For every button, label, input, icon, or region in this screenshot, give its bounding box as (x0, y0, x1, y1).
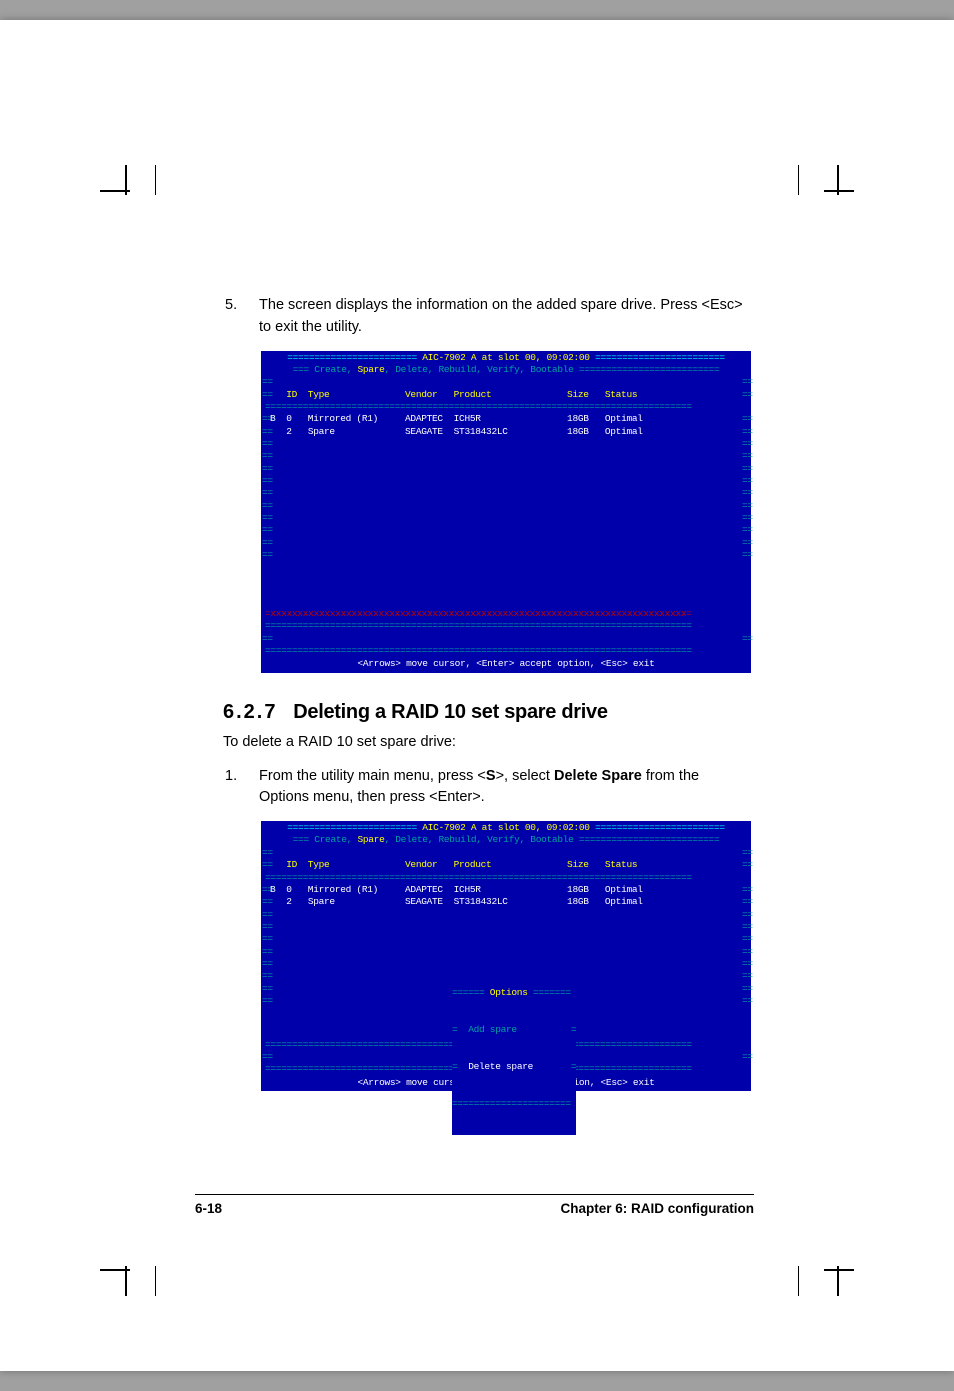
crop-mark-icon (145, 170, 175, 200)
step-number: 5. (225, 295, 255, 317)
section-heading: 6.2.7 Deleting a RAID 10 set spare drive (223, 701, 754, 724)
content-area: 5. The screen displays the information o… (225, 295, 754, 1119)
crop-mark-icon (105, 1261, 135, 1291)
bios-body: == == == == == == == == == == == == == =… (262, 909, 750, 1039)
bios-footer-help: <Arrows> move cursor, <Enter> accept opt… (262, 657, 750, 671)
table-row: ==B 0 Mirrored (R1) ADAPTEC ICH5R 18GB O… (262, 413, 750, 425)
crop-mark-icon (784, 1261, 814, 1291)
bios-separator-x: =xxxxxxxxxxxxxxxxxxxxxxxxxxxxxxxxxxxxxxx… (262, 608, 750, 620)
bios-separator: ========================================… (262, 401, 750, 413)
bios-menu: === Create, Spare, Delete, Rebuild, Veri… (262, 364, 750, 376)
bios-body: == == == == == == == == == == == == == =… (262, 438, 750, 608)
bios-separator: ========================================… (262, 620, 750, 632)
page-footer: 6-18 Chapter 6: RAID configuration (195, 1194, 754, 1216)
page-number: 6-18 (195, 1201, 222, 1216)
bios-screenshot-1: ======================== AIC-7902 A at s… (261, 351, 751, 673)
crop-mark-icon (819, 170, 849, 200)
bios-column-headers: == ID Type Vendor Product Size Status== (262, 859, 750, 871)
table-row: ==B 0 Mirrored (R1) ADAPTEC ICH5R 18GB O… (262, 884, 750, 896)
page: 5. The screen displays the information o… (0, 20, 954, 1371)
step-1: 1. From the utility main menu, press <S>… (225, 766, 754, 810)
bios-menu: === Create, Spare, Delete, Rebuild, Veri… (262, 834, 750, 846)
bios-title: ======================== AIC-7902 A at s… (262, 822, 750, 834)
bios-separator: ========================================… (262, 645, 750, 657)
options-popup: ====== Options ======= = Add spare = = D… (452, 963, 576, 1136)
table-row: == 2 Spare SEAGATE ST318432LC 18GB Optim… (262, 426, 750, 438)
bios-separator: ========================================… (262, 872, 750, 884)
popup-option-add: Add spare (457, 1024, 570, 1035)
crop-mark-icon (784, 170, 814, 200)
crop-mark-icon (105, 170, 135, 200)
bios-screenshot-2: ======================== AIC-7902 A at s… (261, 821, 751, 1091)
crop-mark-icon (145, 1261, 175, 1291)
section-title: Deleting a RAID 10 set spare drive (293, 701, 607, 723)
popup-option-delete: Delete spare (457, 1061, 570, 1072)
step-number: 1. (225, 766, 255, 788)
bios-column-headers: == ID Type Vendor Product Size Status== (262, 389, 750, 401)
bios-title: ======================== AIC-7902 A at s… (262, 352, 750, 364)
step-text: The screen displays the information on t… (259, 295, 753, 339)
chapter-title: Chapter 6: RAID configuration (560, 1201, 754, 1216)
table-row: == 2 Spare SEAGATE ST318432LC 18GB Optim… (262, 896, 750, 908)
intro-text: To delete a RAID 10 set spare drive: (223, 734, 754, 750)
crop-mark-icon (819, 1261, 849, 1291)
section-number: 6.2.7 (223, 701, 277, 723)
step-text: From the utility main menu, press <S>, s… (259, 766, 753, 810)
step-5: 5. The screen displays the information o… (225, 295, 754, 339)
